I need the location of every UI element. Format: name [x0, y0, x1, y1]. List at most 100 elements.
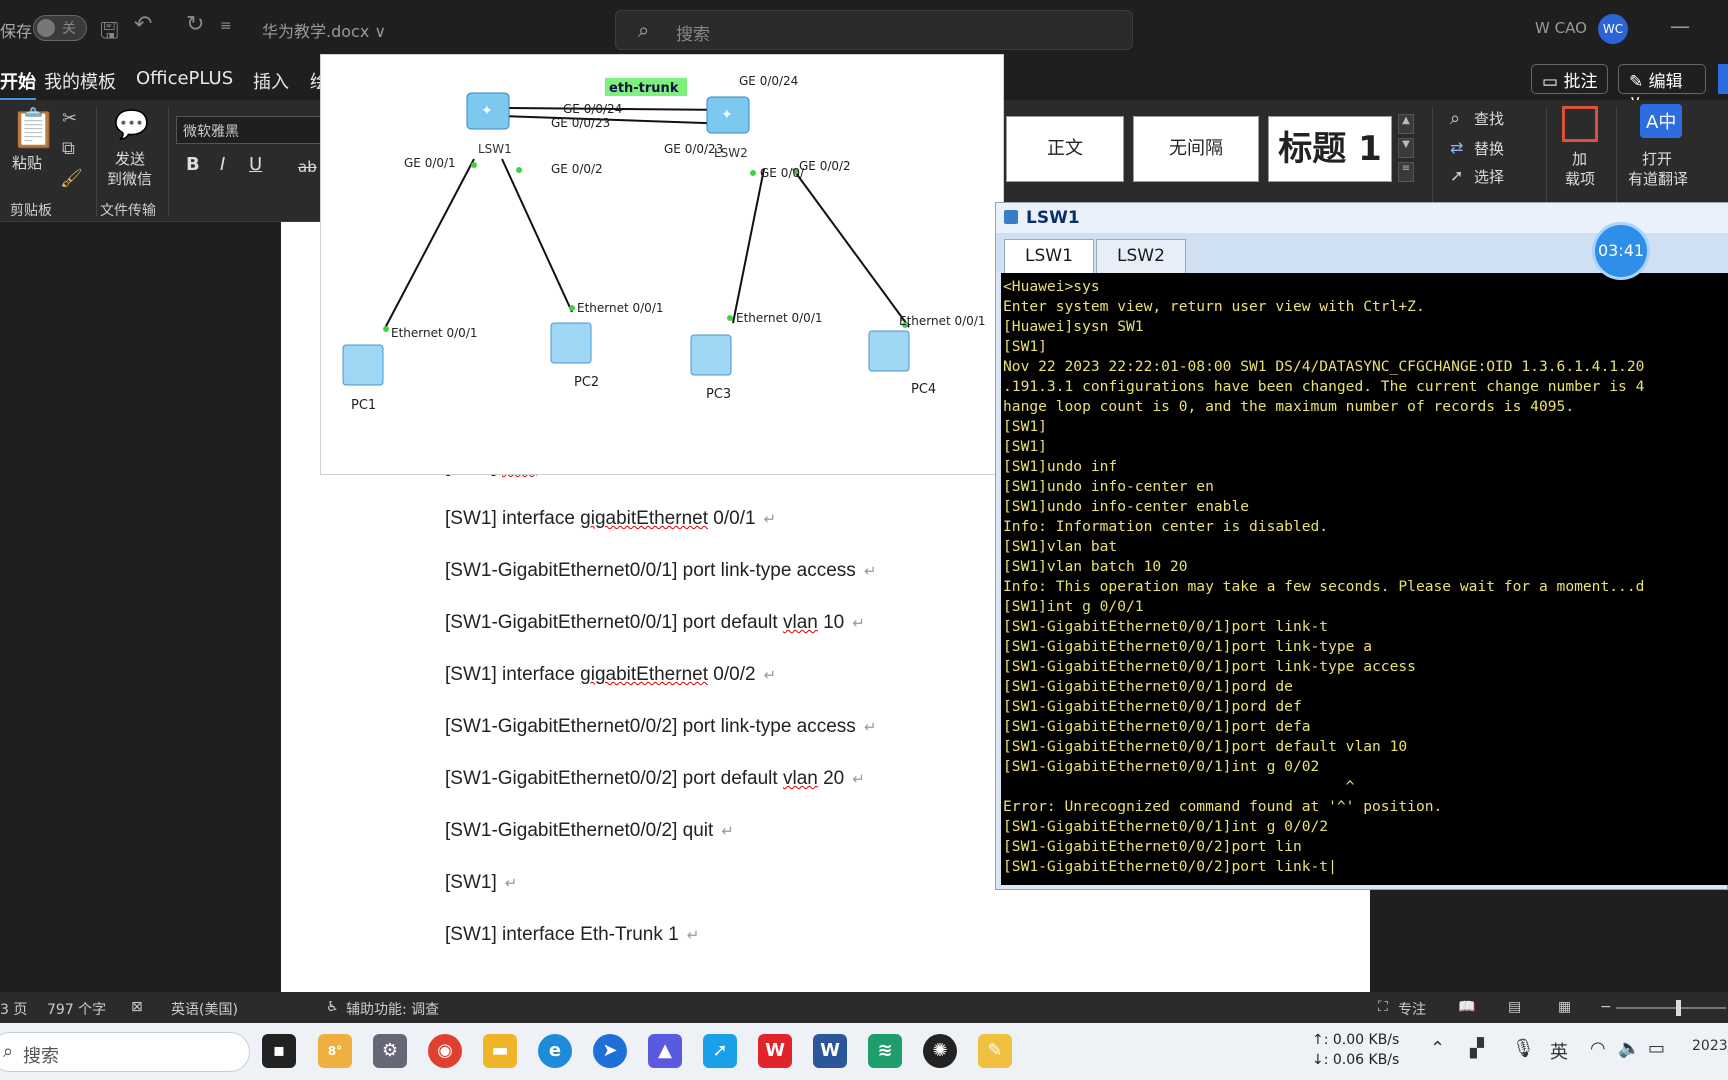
battery-icon[interactable]: ▭ — [1648, 1038, 1665, 1059]
share-button[interactable] — [1718, 64, 1728, 94]
language[interactable]: 英语(美国) — [171, 999, 238, 1019]
document-line[interactable]: [SW1-GigabitEthernet0/0/1] port default … — [445, 612, 865, 634]
tab-insert[interactable]: 插入 — [253, 68, 289, 94]
underline-button[interactable]: U — [249, 154, 262, 175]
wifi-icon[interactable]: ◠ — [1590, 1038, 1606, 1059]
zoom-slider[interactable] — [1616, 1007, 1726, 1009]
minimize-icon[interactable]: — — [1670, 14, 1690, 38]
app-blue-icon[interactable]: ➤ — [593, 1034, 627, 1068]
bold-button[interactable]: B — [186, 154, 200, 175]
app-purple-icon[interactable]: ▲ — [648, 1034, 682, 1068]
addins-label-2[interactable]: 载项 — [1565, 168, 1595, 189]
notes-icon[interactable]: ✎ — [978, 1034, 1012, 1068]
redo-icon[interactable]: ↻ — [186, 12, 204, 37]
styles-more-icon[interactable]: ≡ — [1398, 162, 1414, 182]
topology-image[interactable]: eth-trunk ✦ ✦ LSW1 LSW2 GE 0/0/24 GE 0/0… — [320, 54, 1004, 475]
focus-button[interactable]: 专注 — [1398, 999, 1426, 1019]
style-normal[interactable]: 正文 — [1006, 116, 1124, 182]
volume-icon[interactable]: 🔈 — [1618, 1038, 1640, 1059]
replace-button[interactable]: 替换 — [1474, 138, 1504, 159]
tab-officeplus[interactable]: OfficePLUS — [136, 68, 233, 89]
pc1-icon[interactable] — [342, 344, 384, 386]
comment-button[interactable]: ▭ 批注 — [1531, 64, 1609, 94]
document-line[interactable]: [SW1-GigabitEthernet0/0/2] port link-typ… — [445, 716, 876, 738]
ime-indicator[interactable]: 英 — [1550, 1038, 1568, 1064]
document-line[interactable]: [SW1-GigabitEthernet0/0/1] port link-typ… — [445, 560, 876, 582]
spelling-flagged-word[interactable]: vlan — [783, 612, 818, 633]
weather-icon[interactable]: 8° — [318, 1034, 352, 1068]
paste-icon[interactable]: 📋 — [10, 106, 57, 151]
styles-down-icon[interactable]: ▼ — [1398, 138, 1414, 158]
style-no-spacing[interactable]: 无间隔 — [1133, 116, 1259, 182]
styles-up-icon[interactable]: ▲ — [1398, 114, 1414, 134]
color-app-icon[interactable]: ▞ — [1470, 1038, 1484, 1059]
accessibility-status[interactable]: 辅助功能: 调查 — [346, 999, 439, 1019]
recording-timer[interactable]: 03:41 — [1592, 222, 1650, 280]
switch-lsw2-icon[interactable]: ✦ — [706, 96, 750, 134]
copy-icon[interactable]: ⧉ — [62, 138, 75, 159]
font-name-select[interactable]: 微软雅黑 — [176, 116, 326, 144]
addins-icon[interactable] — [1562, 106, 1598, 142]
document-title[interactable]: 华为教学.docx ∨ — [262, 18, 386, 42]
document-line[interactable]: [SW1-GigabitEthernet0/0/2] port default … — [445, 768, 865, 790]
tab-home[interactable]: 开始 — [0, 68, 36, 101]
user-name[interactable]: W CAO — [1535, 19, 1587, 37]
send-wechat-label-2[interactable]: 到微信 — [107, 168, 152, 189]
wps-icon[interactable]: W — [758, 1034, 792, 1068]
chatgpt-icon[interactable]: ✺ — [923, 1034, 957, 1068]
paste-label[interactable]: 粘贴 — [12, 152, 42, 173]
word-icon[interactable]: W — [813, 1034, 847, 1068]
file-explorer-icon[interactable]: ▬ — [483, 1034, 517, 1068]
document-line[interactable]: [SW1] interface gigabitEthernet 0/0/2 ↵ — [445, 664, 776, 686]
proofing-icon[interactable]: ⊠ — [131, 999, 143, 1015]
zoom-slider-thumb[interactable] — [1676, 1000, 1681, 1016]
word-count[interactable]: 797 个字 — [47, 999, 106, 1019]
spelling-flagged-word[interactable]: vlan — [783, 768, 818, 789]
zoom-out-icon[interactable]: − — [1600, 999, 1612, 1015]
translate-label-1[interactable]: 打开 — [1642, 148, 1672, 169]
select-button[interactable]: 选择 — [1474, 166, 1504, 187]
italic-button[interactable]: I — [220, 154, 225, 175]
save-icon[interactable]: 🖫 — [100, 14, 119, 52]
style-heading-1[interactable]: 标题 1 — [1268, 116, 1392, 182]
translate-icon[interactable]: A中 — [1640, 104, 1683, 138]
task-view-icon[interactable]: ▪ — [262, 1034, 296, 1068]
pc3-icon[interactable] — [690, 334, 732, 376]
search-box[interactable]: ⌕ 搜索 — [615, 10, 1133, 50]
edit-button[interactable]: ✎ 编辑 ∨ — [1618, 64, 1706, 112]
document-line[interactable]: [SW1-GigabitEthernet0/0/2] quit ↵ — [445, 820, 734, 842]
addins-label-1[interactable]: 加 — [1572, 148, 1587, 169]
autosave-toggle[interactable]: 关 — [33, 15, 87, 41]
console-window[interactable]: LSW1 LSW1 LSW2 <Huawei>sys Enter system v… — [995, 202, 1728, 890]
console-tab-lsw1[interactable]: LSW1 — [1004, 239, 1094, 273]
spelling-flagged-word[interactable]: gigabitEthernet — [580, 664, 708, 685]
spelling-flagged-word[interactable]: gigabitEthernet — [580, 508, 708, 529]
ensp-icon[interactable]: ≋ — [868, 1034, 902, 1068]
pc2-icon[interactable] — [550, 322, 592, 364]
switch-lsw1-icon[interactable]: ✦ — [466, 92, 510, 130]
document-line[interactable]: [SW1] interface Eth-Trunk 1 ↵ — [445, 924, 699, 946]
wechat-icon[interactable]: 💬 — [114, 108, 149, 141]
avatar[interactable]: WC — [1598, 14, 1628, 44]
page-count[interactable]: 3 页 — [0, 999, 27, 1019]
print-layout-icon[interactable]: ▤ — [1508, 999, 1521, 1015]
terminal-output[interactable]: <Huawei>sys Enter system view, return use… — [1001, 273, 1728, 885]
send-wechat-label-1[interactable]: 发送 — [115, 148, 145, 169]
format-painter-icon[interactable]: 🖌 — [60, 168, 83, 189]
strikethrough-button[interactable]: ab — [298, 158, 317, 176]
clock-date[interactable]: 2023/ — [1692, 1038, 1728, 1054]
microphone-icon[interactable]: 🎙 — [1512, 1038, 1535, 1059]
console-tab-lsw2[interactable]: LSW2 — [1096, 239, 1186, 273]
undo-icon[interactable]: ↶ — [134, 12, 152, 37]
document-line[interactable]: [SW1] interface gigabitEthernet 0/0/1 ↵ — [445, 508, 776, 530]
taskbar-search[interactable]: ⌕ 搜索 — [0, 1032, 250, 1072]
settings-icon[interactable]: ⚙ — [373, 1034, 407, 1068]
web-layout-icon[interactable]: ▦ — [1558, 999, 1571, 1015]
customize-quick-access-icon[interactable]: ≡ — [220, 18, 232, 34]
pc4-icon[interactable] — [868, 330, 910, 372]
chrome-icon[interactable]: ◉ — [428, 1034, 462, 1068]
app-feishu-icon[interactable]: ➚ — [703, 1034, 737, 1068]
translate-label-2[interactable]: 有道翻译 — [1628, 168, 1688, 189]
edge-icon[interactable]: e — [538, 1034, 572, 1068]
tab-my-templates[interactable]: 我的模板 — [44, 68, 116, 94]
